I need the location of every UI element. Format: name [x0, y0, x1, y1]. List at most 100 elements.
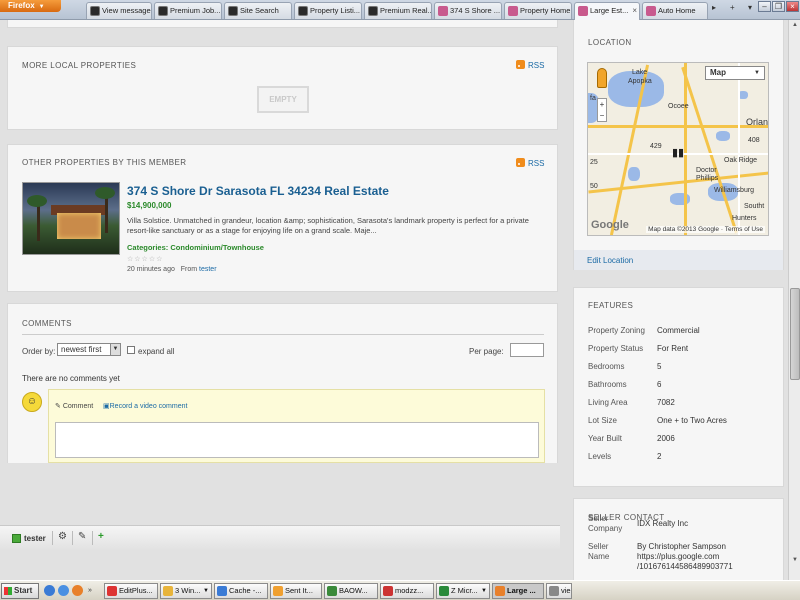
close-window-icon[interactable]: ×	[786, 1, 799, 12]
map-route-label: 408	[748, 137, 760, 144]
feature-key: Levels	[588, 452, 612, 461]
firefox-icon[interactable]	[72, 585, 83, 596]
order-by-select[interactable]: newest first ▼	[57, 343, 121, 356]
comment-tab[interactable]: ✎ Comment	[55, 402, 93, 410]
comment-textarea[interactable]	[55, 422, 539, 458]
new-tab-icon[interactable]: +	[730, 2, 735, 14]
tab-label: Large Est...	[590, 6, 629, 15]
zoom-in-icon[interactable]: +	[600, 100, 605, 109]
zoom-out-icon[interactable]: −	[600, 111, 605, 120]
map-road	[738, 63, 740, 235]
scrollbar-thumb[interactable]	[790, 288, 800, 380]
browser-tab[interactable]: 374 S Shore ...	[434, 2, 502, 19]
browser-tab-active[interactable]: Large Est... ×	[574, 2, 640, 20]
map-attribution[interactable]: Map data ©2013 Google · Terms of Use	[646, 226, 765, 233]
taskbar-item[interactable]: Cache -...	[214, 583, 268, 599]
seller-name-line3[interactable]: /101676144586489903771	[637, 562, 733, 571]
tab-label: Site Search	[240, 6, 279, 15]
per-page-input[interactable]	[510, 343, 544, 357]
map-label: Williamsburg	[714, 187, 755, 194]
taskbar-item[interactable]: EditPlus...	[104, 583, 158, 599]
property-marker-icon[interactable]: ▮▮	[672, 146, 684, 159]
author-link[interactable]: tester	[199, 266, 217, 273]
start-label: Start	[14, 586, 33, 595]
taskbar-item-label: EditPlus...	[119, 586, 153, 595]
feature-value: 2006	[657, 434, 675, 443]
close-tab-icon[interactable]: ×	[632, 3, 637, 18]
rss-label: RSS	[528, 61, 545, 70]
seller-name-key: Seller Name	[588, 542, 609, 562]
property-categories: Categories: Condominium/Townhouse	[127, 243, 264, 252]
video-comment-label: Record a video comment	[109, 403, 188, 410]
user-name-link[interactable]: tester	[24, 534, 46, 543]
taskbar-item[interactable]: Sent It...	[270, 583, 322, 599]
property-photo[interactable]	[22, 182, 120, 255]
browser-tab[interactable]: Property Listi...	[294, 2, 362, 19]
property-meta: 20 minutes ago From tester	[127, 266, 217, 273]
taskbar-item-label: Large ...	[507, 586, 536, 595]
rating-stars[interactable]: ☆☆☆☆☆	[127, 255, 163, 263]
rss-icon	[516, 158, 525, 167]
minimize-window-icon[interactable]: –	[758, 1, 771, 12]
map-route-label: fa	[590, 95, 596, 102]
chrome-icon[interactable]	[44, 585, 55, 596]
feature-value: One + to Two Acres	[657, 416, 727, 425]
map-label: Hunters	[732, 215, 757, 222]
restore-window-icon[interactable]: ❐	[772, 1, 785, 12]
expand-all-checkbox[interactable]	[127, 346, 135, 354]
category-link[interactable]: Condominium/Townhouse	[170, 243, 264, 252]
video-comment-tab[interactable]: ▣Record a video comment	[103, 402, 187, 410]
other-properties-rss-link[interactable]: RSS	[516, 158, 544, 168]
map-lake	[716, 131, 730, 141]
taskbar-item[interactable]: 3 Win... ▼	[160, 583, 212, 599]
location-map[interactable]: Lake Apopka Ocoee Orlan Oak Ridge Doctor…	[587, 62, 769, 236]
browser-tab[interactable]: View message	[86, 2, 152, 19]
toolbar-divider	[52, 531, 53, 545]
taskbar-item[interactable]: modzz...	[380, 583, 434, 599]
map-zoom-control[interactable]: + −	[597, 98, 607, 122]
taskbar-item[interactable]: Z Micr... ▼	[436, 583, 490, 599]
firefox-menu-label: Firefox	[8, 1, 35, 10]
browser-tab[interactable]: Premium Job...	[154, 2, 222, 19]
tab-list-icon[interactable]: ▾	[748, 2, 752, 14]
scroll-up-icon[interactable]: ▲	[790, 20, 800, 31]
browser-tab-bar: Firefox ▼ View message Premium Job... Sit…	[0, 0, 800, 20]
browser-tab[interactable]: Property Home	[504, 2, 572, 19]
edit-location-link[interactable]: Edit Location	[587, 256, 633, 265]
property-title-link[interactable]: 374 S Shore Dr Sarasota FL 34234 Real Es…	[127, 184, 389, 198]
add-icon[interactable]: +	[98, 531, 104, 542]
scroll-down-icon[interactable]: ▼	[790, 555, 800, 566]
taskbar-item[interactable]: vie	[546, 583, 572, 599]
google-logo: Google	[591, 219, 629, 231]
gear-icon[interactable]: ⚙	[58, 531, 67, 542]
map-label: Lake	[632, 69, 648, 76]
chevron-down-icon: ▼	[110, 344, 120, 355]
browser-tab[interactable]: Premium Real...	[364, 2, 432, 19]
firefox-menu-button[interactable]: Firefox ▼	[0, 0, 61, 12]
map-label: Doctor	[696, 167, 717, 174]
quicklaunch-more-icon[interactable]: »	[88, 587, 96, 595]
site-favicon-icon	[228, 6, 238, 16]
taskbar-item-active[interactable]: Large ...	[492, 583, 544, 599]
rss-label: RSS	[528, 159, 545, 168]
location-title: LOCATION	[588, 38, 632, 47]
start-button[interactable]: Start	[1, 583, 39, 599]
video-icon: ▣	[103, 403, 110, 410]
taskbar-item[interactable]: BAOW...	[324, 583, 378, 599]
browser-tab[interactable]: Site Search	[224, 2, 292, 19]
scroll-tabs-right-icon[interactable]: ▸	[712, 2, 716, 14]
street-view-pegman-icon[interactable]	[597, 68, 607, 88]
map-lake	[628, 167, 640, 181]
web-page: MORE LOCAL PROPERTIES RSS EMPTY OTHER PR…	[0, 20, 800, 580]
more-local-rss-link[interactable]: RSS	[516, 60, 544, 70]
seller-name-line2[interactable]: https://plus.google.com	[637, 552, 719, 561]
more-local-properties-title: MORE LOCAL PROPERTIES	[22, 61, 137, 70]
tab-label: Premium Real...	[380, 6, 432, 15]
browser-tab[interactable]: Auto Home	[642, 2, 708, 19]
edit-icon[interactable]: ✎	[78, 531, 86, 542]
comments-title: COMMENTS	[22, 319, 72, 328]
feature-value: For Rent	[657, 344, 689, 353]
ie-icon[interactable]	[58, 585, 69, 596]
map-type-select[interactable]: Map ▼	[705, 66, 765, 80]
page-scrollbar[interactable]: ▲ ▼	[788, 20, 800, 580]
